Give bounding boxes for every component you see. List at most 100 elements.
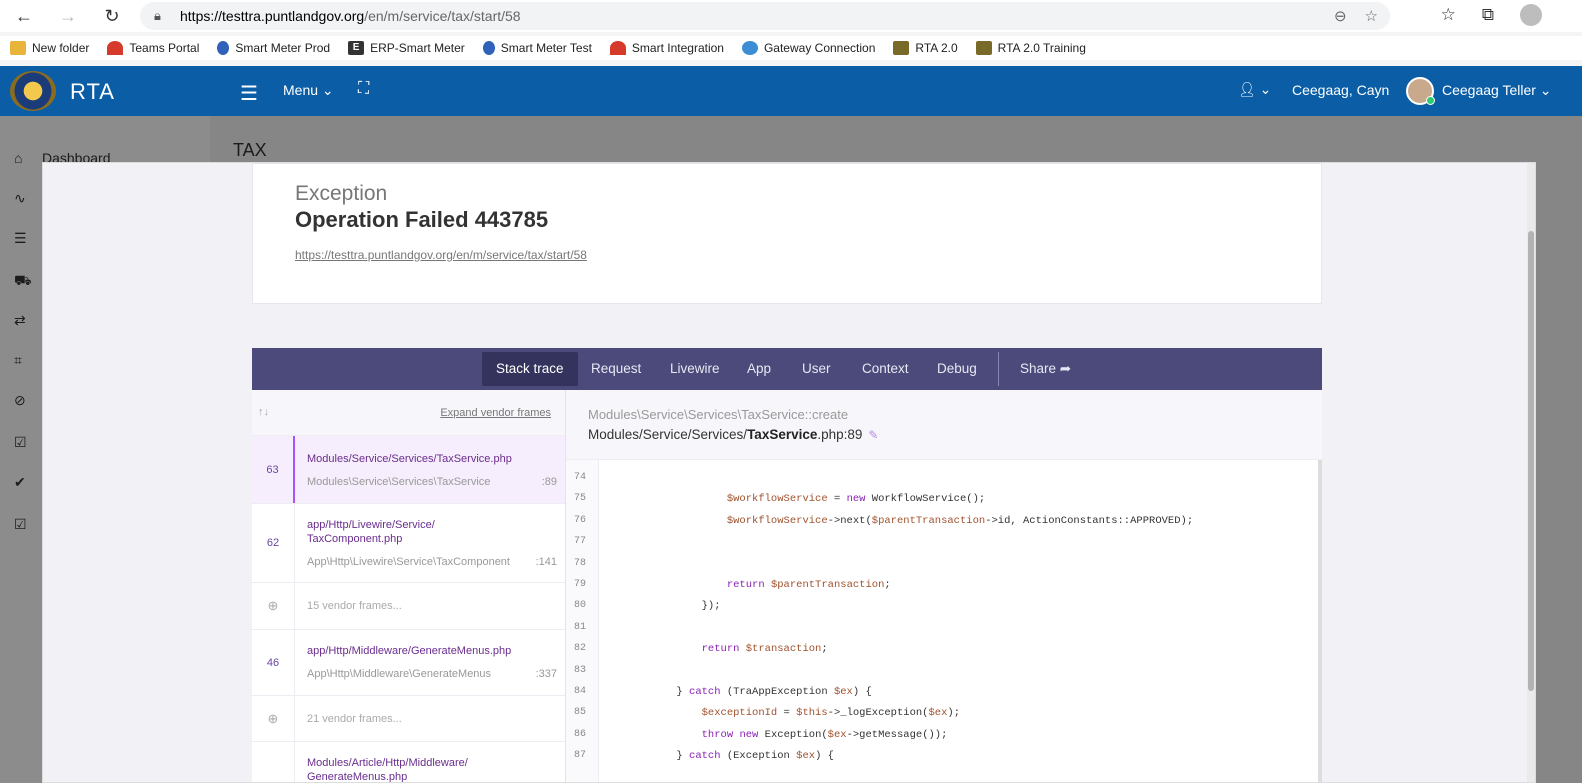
bookmark-smart-meter-test[interactable]: Smart Meter Test xyxy=(482,41,592,55)
user-name[interactable]: Ceegaag, Cayn xyxy=(1292,82,1389,98)
collections-icon[interactable]: ⧉ xyxy=(1482,5,1494,25)
teams-portal-icon xyxy=(107,41,124,55)
code-line: 76 $workflowService->next($parentTransac… xyxy=(566,515,1286,536)
line-number: 86 xyxy=(573,728,586,740)
bookmark-gateway-connection[interactable]: Gateway Connection xyxy=(741,41,875,55)
tabs-separator xyxy=(998,352,999,386)
line-number: 77 xyxy=(573,536,586,548)
url-path: /en/m/service/tax/start/58 xyxy=(364,8,521,24)
bookmark-erp-smart-meter[interactable]: E ERP-Smart Meter xyxy=(348,41,465,55)
code-line: 77 xyxy=(566,536,1286,557)
sort-arrows-icon[interactable]: ↑↓ xyxy=(258,406,269,418)
tab-stack-trace[interactable]: Stack trace xyxy=(482,352,578,386)
bookmark-rta-2[interactable]: RTA 2.0 xyxy=(893,41,958,55)
vendor-frames-row[interactable]: ⊕ 21 vendor frames... xyxy=(252,696,565,742)
bookmark-new-folder[interactable]: New folder xyxy=(10,41,89,55)
water-drop-icon xyxy=(482,41,495,55)
url-host: https://testtra.puntlandgov.org xyxy=(180,8,365,24)
tab-app[interactable]: App xyxy=(733,352,785,386)
profile-icon[interactable] xyxy=(1520,4,1542,26)
water-drop-icon xyxy=(217,41,230,55)
online-status-icon xyxy=(1426,96,1435,105)
code-text: $workflowService = new WorkflowService()… xyxy=(726,493,986,506)
bookmark-smart-integration[interactable]: Smart Integration xyxy=(609,41,724,55)
code-header: Modules\Service\Services\TaxService::cre… xyxy=(566,390,1322,460)
hamburger-icon[interactable]: ☰ xyxy=(240,81,258,106)
vendor-frames-label: 21 vendor frames... xyxy=(307,713,402,725)
tab-request[interactable]: Request xyxy=(577,352,655,386)
line-number: 84 xyxy=(573,686,586,697)
url-field[interactable]: 🔒︎ https://testtra.puntlandgov.org/en/m/… xyxy=(140,2,1390,30)
stack-frame[interactable]: 62 app/Http/Livewire/Service/ TaxCompone… xyxy=(252,504,565,583)
code-line: 84 } catch (TraAppException $ex) { xyxy=(566,686,1286,707)
frame-number: 63 xyxy=(252,436,295,503)
bookmark-smart-meter-prod[interactable]: Smart Meter Prod xyxy=(217,41,330,55)
exception-message: Operation Failed 443785 xyxy=(295,207,549,232)
code-line: 83 xyxy=(566,665,1286,686)
frame-file: app/Http/Middleware/GenerateMenus.php xyxy=(307,645,512,657)
code-file-path[interactable]: Modules/Service/Services/TaxService.php:… xyxy=(588,427,878,442)
stack-frame[interactable]: 63 Modules/Service/Services/TaxService.p… xyxy=(252,436,565,504)
code-text: }); xyxy=(626,600,721,613)
code-scrollbar[interactable] xyxy=(1318,460,1322,782)
back-arrow-icon[interactable]: ← xyxy=(14,6,34,26)
tab-livewire[interactable]: Livewire xyxy=(656,352,734,386)
line-number: 74 xyxy=(573,472,586,483)
tab-context[interactable]: Context xyxy=(848,352,923,386)
plus-circle-icon: ⊕ xyxy=(252,583,295,629)
add-favorite-icon[interactable]: ☆ xyxy=(1365,7,1378,25)
fullscreen-icon[interactable]: ⛶ xyxy=(358,80,369,98)
exception-url-link[interactable]: https://testtra.puntlandgov.org/en/m/ser… xyxy=(295,248,587,262)
code-viewer: Modules\Service\Services\TaxService::cre… xyxy=(566,390,1322,782)
user-icon[interactable]: 👤︎ ⌄ xyxy=(1238,81,1271,98)
share-button[interactable]: Share ➦ xyxy=(1006,352,1085,386)
stack-frame[interactable]: Modules/Article/Http/Middleware/ Generat… xyxy=(252,742,565,783)
line-number: 75 xyxy=(573,493,586,505)
code-text: $exceptionId = $this->_logException($ex)… xyxy=(701,707,961,720)
modal-scrollbar[interactable] xyxy=(1527,163,1535,782)
tab-user[interactable]: User xyxy=(788,352,845,386)
chevron-down-icon: ⌄ xyxy=(321,82,334,98)
exception-card: Exception Operation Failed 443785 https:… xyxy=(252,163,1322,304)
code-line: 86 throw new Exception($ex->getMessage()… xyxy=(566,729,1286,750)
stack-frame[interactable]: 46 app/Http/Middleware/GenerateMenus.php… xyxy=(252,630,565,696)
smart-integration-icon xyxy=(609,41,626,55)
vendor-frames-label: 15 vendor frames... xyxy=(307,600,402,612)
bookmark-rta-2-training[interactable]: RTA 2.0 Training xyxy=(975,41,1086,55)
teller-menu[interactable]: Ceegaag Teller ⌄ xyxy=(1442,82,1552,99)
tab-debug[interactable]: Debug xyxy=(923,352,991,386)
vendor-frames-row[interactable]: ⊕ 15 vendor frames... xyxy=(252,583,565,630)
code-line: 85 $exceptionId = $this->_logException($… xyxy=(566,707,1286,728)
frame-file: Modules/Article/Http/Middleware/ Generat… xyxy=(307,757,468,783)
line-number: 83 xyxy=(573,664,586,676)
reload-icon[interactable]: ↻ xyxy=(102,6,122,26)
forward-arrow-icon[interactable]: → xyxy=(58,6,78,26)
erp-e-icon: E xyxy=(348,41,365,55)
app-header: RTA ☰ Menu ⌄ ⛶ 👤︎ ⌄ Ceegaag, Cayn Ceegaa… xyxy=(0,66,1582,116)
pencil-icon[interactable]: ✎ xyxy=(868,428,878,442)
code-line: 82 return $transaction; xyxy=(566,643,1286,664)
favorites-icon[interactable]: ☆ xyxy=(1441,5,1456,25)
line-number: 80 xyxy=(573,600,586,612)
frame-number xyxy=(252,742,295,782)
code-line: 78 xyxy=(566,558,1286,579)
menu-button[interactable]: Menu ⌄ xyxy=(283,82,334,99)
code-line: 75 $workflowService = new WorkflowServic… xyxy=(566,493,1286,514)
scrollbar-thumb[interactable] xyxy=(1528,231,1534,691)
frame-file: app/Http/Livewire/Service/ TaxComponent.… xyxy=(307,519,435,545)
expand-vendor-frames-link[interactable]: Expand vendor frames xyxy=(440,407,551,419)
code-text: } catch (TraAppException $ex) { xyxy=(626,686,872,698)
frame-class: Modules\Service\Services\TaxService xyxy=(307,476,491,488)
code-text: return $transaction; xyxy=(701,643,828,656)
browser-address-bar: ← → ↻ 🔒︎ https://testtra.puntlandgov.org… xyxy=(0,0,1582,32)
bookmark-teams-portal[interactable]: Teams Portal xyxy=(107,41,199,55)
gateway-icon xyxy=(741,41,758,55)
frame-file: Modules/Service/Services/TaxService.php xyxy=(307,453,512,465)
plus-circle-icon: ⊕ xyxy=(252,696,295,741)
code-text: return $parentTransaction; xyxy=(726,579,891,591)
code-text: throw new Exception($ex->getMessage()); xyxy=(701,728,948,741)
zoom-icon[interactable]: ⊖ xyxy=(1334,7,1347,25)
crest-icon xyxy=(893,41,910,55)
exception-modal: Exception Operation Failed 443785 https:… xyxy=(42,162,1536,783)
code-line: 87 } catch (Exception $ex) { xyxy=(566,750,1286,771)
